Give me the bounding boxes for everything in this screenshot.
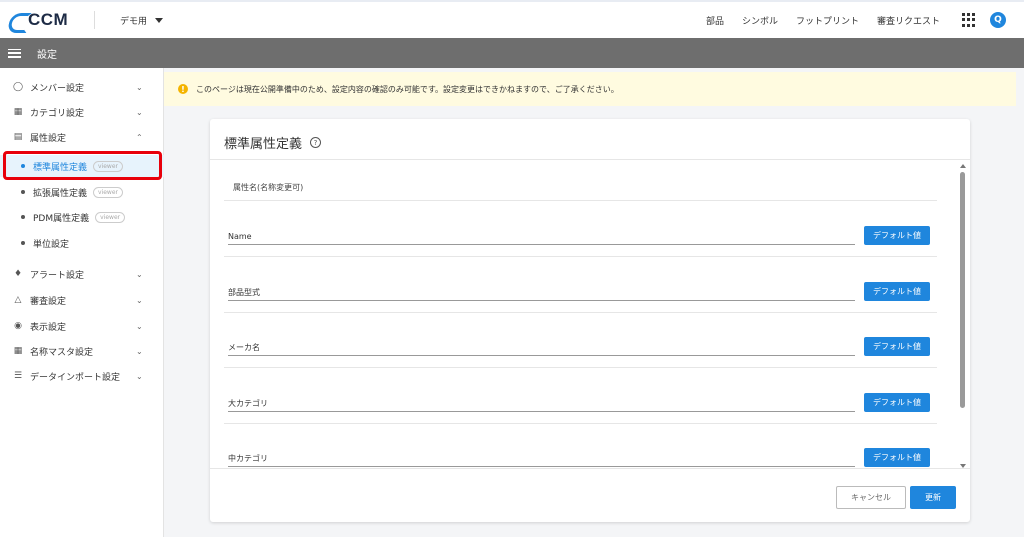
attribute-name-field[interactable]: Name (228, 229, 855, 245)
sidebar-item-alert-settings[interactable]: ♦ アラート設定 ⌄ (0, 263, 164, 285)
chevron-down-icon: ⌄ (136, 321, 143, 331)
nav-parts[interactable]: 部品 (706, 14, 724, 27)
apps-grid-icon[interactable] (962, 13, 976, 27)
chevron-down-icon: ⌄ (136, 371, 143, 381)
sidebar-item-label: 属性設定 (30, 133, 67, 144)
table-row: Name デフォルト値 (224, 201, 937, 257)
viewer-badge: viewer (95, 211, 126, 223)
help-icon[interactable]: ? (310, 137, 322, 148)
divider (210, 159, 970, 160)
logo[interactable]: CCM (8, 10, 88, 30)
default-value-button[interactable]: デフォルト値 (864, 448, 930, 467)
bell-icon: ♦ (13, 269, 23, 279)
warning-icon: ! (178, 84, 188, 94)
environment-label: デモ用 (120, 16, 148, 27)
chevron-down-icon: ⌄ (136, 295, 143, 305)
scroll-up-icon[interactable] (960, 164, 966, 168)
user-icon: ◯ (12, 82, 24, 92)
sidebar-item-label: 表示設定 (30, 322, 67, 333)
chevron-down-icon: ⌄ (136, 346, 143, 356)
scrollbar-thumb[interactable] (960, 172, 965, 408)
nav-symbol[interactable]: シンボル (742, 14, 778, 27)
environment-selector[interactable]: デモ用 (120, 14, 164, 27)
sidebar-item-review-settings[interactable]: △ 審査設定 ⌄ (0, 289, 164, 311)
chevron-down-icon: ⌄ (136, 269, 143, 279)
top-bar: CCM デモ用 部品 シンボル フットプリント 審査リクエスト Q (0, 0, 1024, 38)
sidebar-item-unit-settings[interactable]: 単位設定 (0, 232, 164, 254)
card-title: 標準属性定義 ? (224, 133, 322, 152)
sidebar-item-label: 審査設定 (30, 296, 67, 307)
sidebar-item-display-settings[interactable]: ◉ 表示設定 ⌄ (0, 315, 164, 337)
scrollbar[interactable] (958, 164, 968, 468)
nav-review-request[interactable]: 審査リクエスト (877, 14, 940, 27)
divider (210, 468, 970, 469)
chevron-down-icon: ⌄ (136, 82, 143, 92)
sidebar-item-label: 単位設定 (33, 239, 70, 250)
title-bar: 設定 (0, 38, 1024, 68)
nav-footprint[interactable]: フットプリント (796, 14, 859, 27)
attribute-name-field[interactable]: 大カテゴリ (228, 396, 855, 412)
update-button[interactable]: 更新 (910, 486, 956, 509)
highlight-annotation (3, 151, 162, 180)
sidebar-item-member-settings[interactable]: ◯ メンバー設定 ⌄ (0, 76, 164, 98)
bullet-icon (21, 241, 25, 245)
sidebar-item-label: 拡張属性定義 (33, 188, 88, 199)
sidebar-item-label: PDM属性定義 (33, 213, 90, 224)
grid-icon: ▦ (13, 107, 23, 117)
sidebar-item-label: カテゴリ設定 (30, 108, 85, 119)
bullet-icon (21, 215, 25, 219)
sidebar-item-name-master-settings[interactable]: ▦ 名称マスタ設定 ⌄ (0, 340, 164, 362)
table-icon: ▦ (13, 346, 23, 356)
ccm-logo-icon (8, 12, 26, 28)
sidebar-item-label: メンバー設定 (30, 83, 85, 94)
sidebar-item-pdm-attribute[interactable]: PDM属性定義 viewer (0, 206, 164, 228)
hamburger-menu-icon[interactable] (8, 48, 21, 58)
page-title: 設定 (37, 49, 57, 61)
attribute-name-field[interactable]: メーカ名 (228, 340, 855, 356)
bullet-icon (21, 190, 25, 194)
attribute-name-field[interactable]: 中カテゴリ (228, 451, 855, 467)
sidebar-item-label: 名称マスタ設定 (30, 347, 94, 358)
avatar[interactable]: Q (990, 12, 1006, 28)
table-row: 大カテゴリ デフォルト値 (224, 368, 937, 424)
document-icon: ▤ (13, 132, 23, 142)
notice-banner: ! このページは現在公開準備中のため、設定内容の確認のみ可能です。設定変更はでき… (164, 72, 1016, 106)
chevron-up-icon: ⌃ (136, 132, 143, 142)
sidebar-item-category-settings[interactable]: ▦ カテゴリ設定 ⌄ (0, 101, 164, 123)
default-value-button[interactable]: デフォルト値 (864, 226, 930, 245)
header-divider (94, 11, 95, 29)
sidebar-item-label: データインポート設定 (30, 372, 121, 383)
database-icon: ☰ (13, 371, 23, 381)
logo-text: CCM (28, 10, 69, 29)
sidebar-item-label: アラート設定 (30, 270, 85, 281)
default-value-button[interactable]: デフォルト値 (864, 337, 930, 356)
sidebar: ◯ メンバー設定 ⌄ ▦ カテゴリ設定 ⌄ ▤ 属性設定 ⌃ 標準属性定義 vi… (0, 68, 164, 537)
header-nav: 部品 シンボル フットプリント 審査リクエスト Q (706, 12, 1024, 28)
sidebar-item-data-import-settings[interactable]: ☰ データインポート設定 ⌄ (0, 365, 164, 387)
stamp-icon: △ (14, 295, 22, 305)
table-row: 部品型式 デフォルト値 (224, 257, 937, 313)
table-row: 中カテゴリ デフォルト値 (224, 423, 937, 468)
cancel-button[interactable]: キャンセル (836, 486, 906, 509)
caret-down-icon (155, 17, 164, 23)
main-content: ! このページは現在公開準備中のため、設定内容の確認のみ可能です。設定変更はでき… (164, 68, 1024, 537)
sidebar-item-attribute-settings[interactable]: ▤ 属性設定 ⌃ (0, 126, 164, 148)
card-title-text: 標準属性定義 (224, 137, 303, 152)
viewer-badge: viewer (93, 186, 123, 198)
sidebar-item-extended-attribute[interactable]: 拡張属性定義 viewer (0, 181, 164, 203)
eye-icon: ◉ (14, 321, 22, 331)
attribute-card: 標準属性定義 ? 属性名(名称変更可) Name デフォルト値 部品型式 デフォ… (210, 119, 970, 522)
table-row: メーカ名 デフォルト値 (224, 312, 937, 368)
default-value-button[interactable]: デフォルト値 (864, 282, 930, 301)
attribute-name-field[interactable]: 部品型式 (228, 285, 855, 301)
default-value-button[interactable]: デフォルト値 (864, 393, 930, 412)
chevron-down-icon: ⌄ (136, 107, 143, 117)
notice-text: このページは現在公開準備中のため、設定内容の確認のみ可能です。設定変更はできかね… (196, 84, 619, 94)
column-header: 属性名(名称変更可) (233, 183, 304, 192)
